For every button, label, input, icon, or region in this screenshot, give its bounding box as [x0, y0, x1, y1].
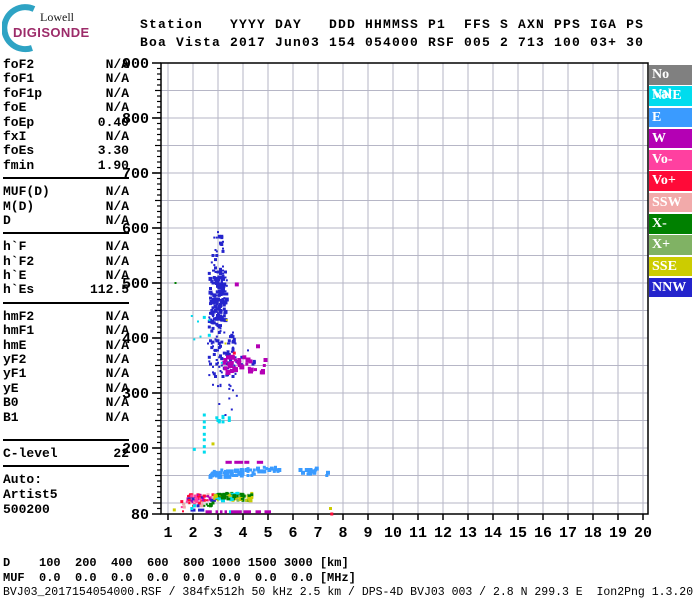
x-axis-tick-label: 11 — [409, 525, 427, 542]
y-axis-tick-label: 80 — [131, 507, 149, 524]
ionogram-plot: 900800700600500400300200801 2 3 4 5 6 7 8 9 10 11 1… — [122, 56, 652, 542]
legend-item-sse: SSE — [649, 256, 692, 277]
muf-row: MUF 0.0 0.0 0.0 0.0 0.0 0.0 0.0 0.0 [MHz… — [3, 571, 356, 585]
legend-item-nnw: NNW — [649, 277, 692, 298]
x-axis-tick-label: 13 — [459, 525, 477, 542]
y-axis-tick-label: 900 — [122, 56, 149, 73]
x-axis-tick-label: 19 — [609, 525, 627, 542]
x-axis-tick-label: 10 — [384, 525, 402, 542]
legend-item-nne: NNE — [649, 86, 692, 106]
legend-item-xminus: X- — [649, 214, 692, 234]
y-axis-tick-label: 400 — [122, 331, 149, 348]
legend-item-xplus: X+ — [649, 235, 692, 255]
x-axis-tick-label: 7 — [313, 525, 322, 542]
legend-item-w: W — [649, 128, 692, 149]
x-axis-tick-label: 4 — [238, 525, 247, 542]
status-line: BVJ03_2017154054000.RSF / 384fx512h 50 k… — [3, 586, 694, 599]
x-axis-tick-label: 12 — [434, 525, 452, 542]
x-axis-tick-label: 17 — [559, 525, 577, 542]
legend-item-ssw: SSW — [649, 192, 692, 213]
y-axis-tick-label: 700 — [122, 166, 149, 183]
x-axis-tick-label: 9 — [363, 525, 372, 542]
x-axis-tick-label: 5 — [263, 525, 272, 542]
x-axis-tick-label: 14 — [484, 525, 502, 542]
y-axis-tick-label: 800 — [122, 111, 149, 128]
x-axis-tick-label: 15 — [509, 525, 527, 542]
x-axis-tick-label: 8 — [338, 525, 347, 542]
x-axis-tick-label: 2 — [188, 525, 197, 542]
y-axis-tick-label: 500 — [122, 276, 149, 293]
legend-item-e: E — [649, 107, 692, 128]
data-points — [172, 231, 334, 516]
legend-item-vominus: Vo- — [649, 150, 692, 170]
x-axis-tick-label: 18 — [584, 525, 602, 542]
legend-item-noval: No Val — [649, 65, 692, 102]
echo-direction-legend: No ValNNEEWVo-Vo+SSWX-X+SSENNW — [649, 65, 692, 299]
y-axis-tick-label: 600 — [122, 221, 149, 238]
d-distance-row: D 100 200 400 600 800 1000 1500 3000 [km… — [3, 556, 349, 570]
x-axis-tick-label: 20 — [634, 525, 652, 542]
legend-item-voplus: Vo+ — [649, 171, 692, 191]
x-axis-tick-label: 1 — [163, 525, 172, 542]
x-axis-tick-label: 3 — [213, 525, 222, 542]
x-axis-tick-label: 16 — [534, 525, 552, 542]
x-axis-tick-label: 6 — [288, 525, 297, 542]
y-axis-tick-label: 200 — [122, 441, 149, 458]
digisonde-ionogram-window: Lowell DIGISONDE Station YYYY DAY DDD HH… — [0, 0, 700, 600]
y-axis-tick-label: 300 — [122, 386, 149, 403]
